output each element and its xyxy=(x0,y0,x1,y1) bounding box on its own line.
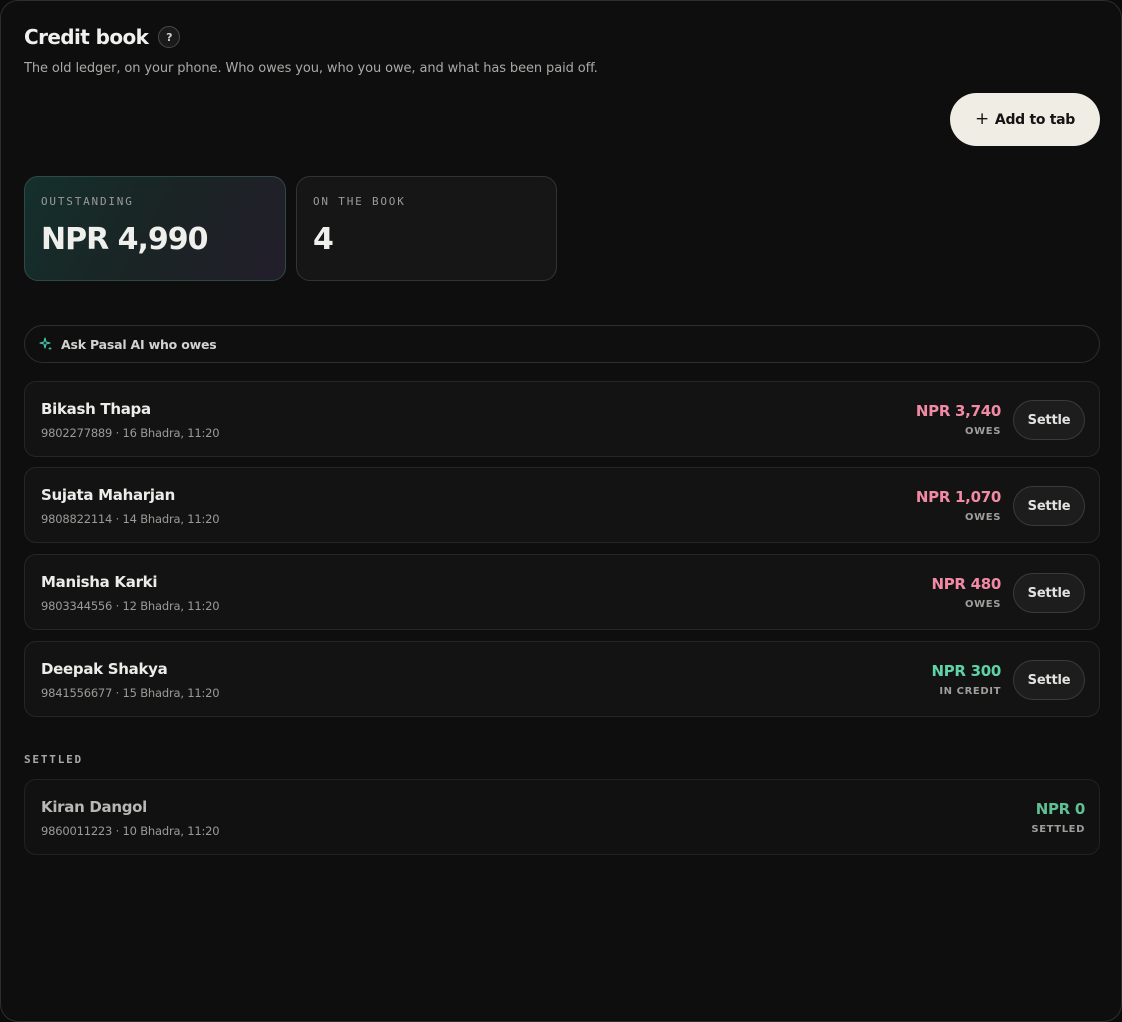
settled-row: Kiran Dangol 9860011223 · 10 Bhadra, 11:… xyxy=(24,779,1100,855)
customer-name: Deepak Shakya xyxy=(41,660,168,678)
settle-button[interactable]: Settle xyxy=(1013,400,1085,440)
on-the-book-label: ON THE BOOK xyxy=(313,195,406,208)
settle-button[interactable]: Settle xyxy=(1013,660,1085,700)
add-to-tab-label: Add to tab xyxy=(994,111,1076,128)
page-header: Credit book ? xyxy=(24,25,181,49)
balance-amount: NPR 3,740 xyxy=(915,402,1001,420)
plus-icon: + xyxy=(974,108,989,129)
balance-status: IN CREDIT xyxy=(939,686,1001,697)
on-the-book-card: ON THE BOOK 4 xyxy=(296,176,557,281)
ask-ai-button[interactable]: Ask Pasal AI who owes xyxy=(24,325,1100,363)
on-the-book-value: 4 xyxy=(313,222,334,257)
help-icon[interactable]: ? xyxy=(158,26,181,48)
page-subtitle: The old ledger, on your phone. Who owes … xyxy=(24,61,598,76)
outstanding-value: NPR 4,990 xyxy=(41,222,209,257)
customer-meta: 9808822114 · 14 Bhadra, 11:20 xyxy=(41,512,220,526)
ask-ai-label: Ask Pasal AI who owes xyxy=(61,336,217,352)
balance-status: SETTLED xyxy=(1031,824,1085,835)
ledger-row: Sujata Maharjan 9808822114 · 14 Bhadra, … xyxy=(24,467,1100,543)
balance-status: OWES xyxy=(965,512,1001,523)
balance-amount: NPR 0 xyxy=(1035,800,1086,818)
sparkle-icon xyxy=(39,337,52,351)
balance-status: OWES xyxy=(965,426,1001,437)
customer-meta: 9803344556 · 12 Bhadra, 11:20 xyxy=(41,599,220,613)
outstanding-card: OUTSTANDING NPR 4,990 xyxy=(24,176,286,281)
customer-meta: 9802277889 · 16 Bhadra, 11:20 xyxy=(41,426,220,440)
page-title: Credit book xyxy=(24,25,149,49)
settled-section-label: SETTLED xyxy=(24,753,83,766)
customer-name: Manisha Karki xyxy=(41,573,158,591)
customer-name: Kiran Dangol xyxy=(41,798,148,816)
settle-button[interactable]: Settle xyxy=(1013,573,1085,613)
balance-status: OWES xyxy=(965,599,1001,610)
customer-meta: 9860011223 · 10 Bhadra, 11:20 xyxy=(41,824,220,838)
customer-meta: 9841556677 · 15 Bhadra, 11:20 xyxy=(41,686,220,700)
add-to-tab-button[interactable]: + Add to tab xyxy=(950,93,1100,146)
credit-book-panel: Credit book ? The old ledger, on your ph… xyxy=(0,0,1122,1022)
customer-name: Sujata Maharjan xyxy=(41,486,175,504)
ledger-row: Bikash Thapa 9802277889 · 16 Bhadra, 11:… xyxy=(24,381,1100,457)
balance-amount: NPR 300 xyxy=(931,662,1001,680)
ledger-row: Deepak Shakya 9841556677 · 15 Bhadra, 11… xyxy=(24,641,1100,717)
outstanding-label: OUTSTANDING xyxy=(41,195,134,208)
ledger-row: Manisha Karki 9803344556 · 12 Bhadra, 11… xyxy=(24,554,1100,630)
balance-amount: NPR 1,070 xyxy=(915,488,1001,506)
balance-amount: NPR 480 xyxy=(931,575,1001,593)
settle-button[interactable]: Settle xyxy=(1013,486,1085,526)
customer-name: Bikash Thapa xyxy=(41,400,151,418)
